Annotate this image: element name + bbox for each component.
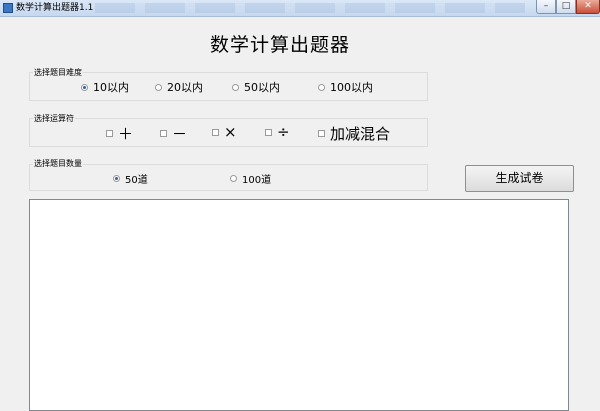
difficulty-option-20[interactable]: 20以内 bbox=[155, 79, 203, 95]
count-group bbox=[29, 164, 428, 191]
radio-icon[interactable] bbox=[232, 83, 239, 91]
option-label: 50以内 bbox=[244, 81, 280, 94]
difficulty-label: 选择题目难度 bbox=[33, 67, 83, 78]
operator-plus[interactable]: ＋ bbox=[106, 123, 133, 144]
count-option-100[interactable]: 100道 bbox=[230, 171, 271, 186]
operator-mixed[interactable]: 加减混合 bbox=[318, 123, 390, 144]
difficulty-option-100[interactable]: 100以内 bbox=[318, 79, 373, 95]
taskbar-ghost bbox=[95, 3, 525, 13]
option-label: 10以内 bbox=[93, 81, 129, 94]
maximize-button[interactable]: □ bbox=[556, 0, 576, 14]
option-label: 100道 bbox=[242, 175, 272, 186]
count-label: 选择题目数量 bbox=[33, 158, 83, 169]
count-option-50[interactable]: 50道 bbox=[113, 171, 148, 186]
minimize-button[interactable]: – bbox=[536, 0, 556, 14]
checkbox-icon[interactable] bbox=[318, 130, 325, 137]
option-label: × bbox=[224, 123, 237, 141]
window-title: 数学计算出题器1.1 bbox=[16, 3, 94, 13]
option-label: － bbox=[172, 125, 188, 143]
option-label: ＋ bbox=[118, 125, 134, 143]
radio-icon[interactable] bbox=[113, 175, 120, 182]
difficulty-option-10[interactable]: 10以内 bbox=[81, 79, 129, 95]
radio-icon[interactable] bbox=[155, 83, 162, 91]
radio-icon[interactable] bbox=[318, 83, 325, 91]
operator-divide[interactable]: ÷ bbox=[265, 123, 290, 141]
operators-label: 选择运算符 bbox=[33, 113, 75, 124]
radio-icon[interactable] bbox=[230, 175, 237, 182]
option-label: 50道 bbox=[125, 175, 148, 186]
page-title: 数学计算出题器 bbox=[209, 34, 350, 56]
radio-icon[interactable] bbox=[81, 83, 88, 91]
checkbox-icon[interactable] bbox=[160, 130, 167, 137]
operator-minus[interactable]: － bbox=[160, 123, 187, 144]
close-button[interactable]: ✕ bbox=[576, 0, 600, 14]
option-label: 100以内 bbox=[330, 81, 373, 94]
option-label: 加减混合 bbox=[330, 125, 391, 143]
output-textarea[interactable] bbox=[29, 199, 569, 411]
generate-button[interactable]: 生成试卷 bbox=[465, 165, 574, 192]
title-bar: 数学计算出题器1.1 – □ ✕ bbox=[0, 0, 600, 17]
option-label: ÷ bbox=[277, 123, 290, 141]
difficulty-option-50[interactable]: 50以内 bbox=[232, 79, 280, 95]
operator-multiply[interactable]: × bbox=[212, 123, 237, 141]
checkbox-icon[interactable] bbox=[265, 128, 272, 136]
option-label: 20以内 bbox=[167, 81, 203, 94]
checkbox-icon[interactable] bbox=[106, 130, 113, 137]
app-icon bbox=[3, 3, 13, 13]
checkbox-icon[interactable] bbox=[212, 128, 219, 136]
